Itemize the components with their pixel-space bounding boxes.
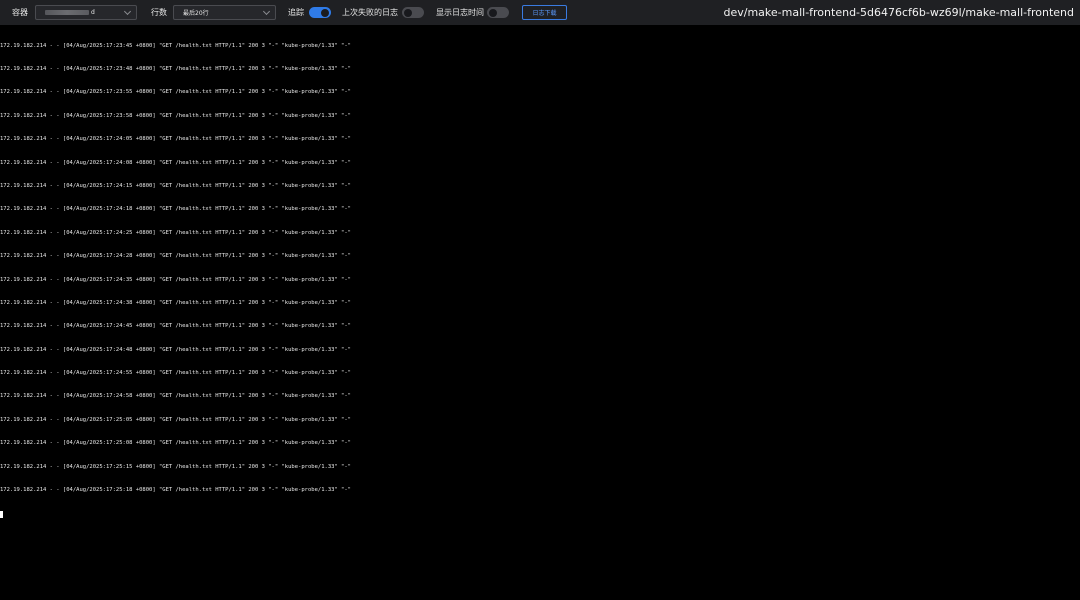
- log-line: 172.19.182.214 - - [04/Aug/2025:17:24:15…: [0, 182, 351, 189]
- lines-select[interactable]: 最后20行: [173, 5, 276, 20]
- terminal-cursor: [0, 511, 3, 519]
- container-label: 容器: [12, 8, 28, 17]
- log-line: 172.19.182.214 - - [04/Aug/2025:17:24:08…: [0, 159, 351, 166]
- log-toolbar: 容器 d 行数 最后20行 追踪 上次失败的日志 显示日志时间 日志下载 dev…: [0, 0, 1080, 25]
- log-line: 172.19.182.214 - - [04/Aug/2025:17:24:48…: [0, 346, 351, 353]
- toggle-knob: [404, 8, 412, 17]
- log-line: 172.19.182.214 - - [04/Aug/2025:17:23:58…: [0, 112, 351, 119]
- log-line: 172.19.182.214 - - [04/Aug/2025:17:24:58…: [0, 393, 351, 400]
- log-line: 172.19.182.214 - - [04/Aug/2025:17:24:25…: [0, 229, 351, 236]
- chevron-down-icon: [262, 7, 271, 16]
- log-line: 172.19.182.214 - - [04/Aug/2025:17:23:55…: [0, 89, 351, 96]
- lines-label: 行数: [151, 8, 167, 17]
- log-line: 172.19.182.214 - - [04/Aug/2025:17:24:18…: [0, 206, 351, 213]
- toggle-knob: [321, 8, 329, 17]
- previous-logs-label: 上次失败的日志: [342, 8, 398, 17]
- log-line: 172.19.182.214 - - [04/Aug/2025:17:24:55…: [0, 370, 351, 377]
- timestamps-label: 显示日志时间: [436, 8, 484, 17]
- follow-toggle[interactable]: [309, 7, 331, 18]
- previous-logs-toggle[interactable]: [402, 7, 424, 18]
- log-output[interactable]: 172.19.182.214 - - [04/Aug/2025:17:23:45…: [0, 27, 1080, 526]
- follow-label: 追踪: [288, 8, 304, 17]
- log-line: 172.19.182.214 - - [04/Aug/2025:17:24:28…: [0, 253, 351, 260]
- container-select[interactable]: d: [35, 5, 137, 20]
- pod-title: dev/make-mall-frontend-5d6476cf6b-wz69l/…: [723, 6, 1074, 19]
- toggle-knob: [489, 8, 497, 17]
- log-line: 172.19.182.214 - - [04/Aug/2025:17:24:38…: [0, 299, 351, 306]
- log-line: 172.19.182.214 - - [04/Aug/2025:17:24:05…: [0, 136, 351, 143]
- container-name-masked: [45, 10, 89, 15]
- log-line: 172.19.182.214 - - [04/Aug/2025:17:24:35…: [0, 276, 351, 283]
- timestamps-toggle[interactable]: [487, 7, 509, 18]
- log-line: 172.19.182.214 - - [04/Aug/2025:17:25:18…: [0, 487, 351, 494]
- lines-select-value: 最后20行: [183, 10, 209, 17]
- log-line: 172.19.182.214 - - [04/Aug/2025:17:24:45…: [0, 323, 351, 330]
- log-line: 172.19.182.214 - - [04/Aug/2025:17:25:08…: [0, 440, 351, 447]
- log-line: 172.19.182.214 - - [04/Aug/2025:17:25:15…: [0, 463, 351, 470]
- log-line: 172.19.182.214 - - [04/Aug/2025:17:25:05…: [0, 416, 351, 423]
- container-select-value: d: [91, 9, 95, 16]
- log-line: 172.19.182.214 - - [04/Aug/2025:17:23:48…: [0, 65, 351, 72]
- chevron-down-icon: [123, 7, 132, 16]
- log-line: 172.19.182.214 - - [04/Aug/2025:17:23:45…: [0, 42, 351, 49]
- download-logs-button[interactable]: 日志下载: [522, 5, 567, 20]
